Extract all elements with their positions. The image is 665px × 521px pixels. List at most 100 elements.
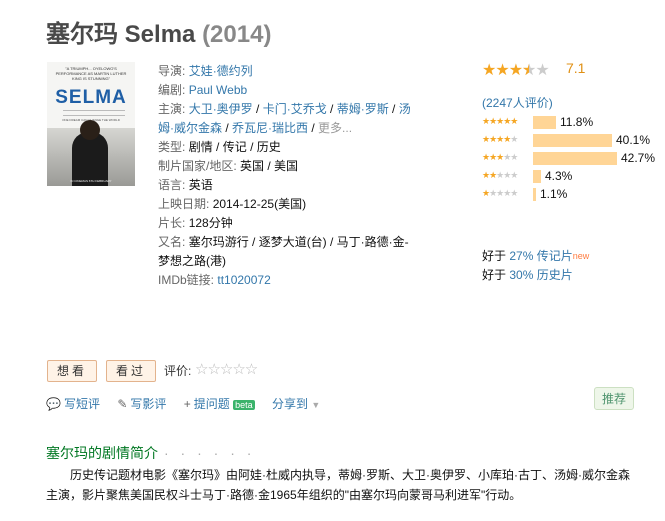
rating-bar-pct: 4.3% — [545, 169, 573, 183]
new-badge: new — [572, 251, 590, 261]
info-director: 导演: 艾娃·德约列 — [158, 62, 418, 81]
better-than-row: 好于 27% 传记片new — [482, 247, 589, 266]
release-value: 2014-12-25(美国) — [212, 197, 307, 211]
cast-link[interactable]: 卡门·艾乔戈 — [263, 102, 327, 116]
director-label: 导演: — [158, 64, 186, 78]
language-label: 语言: — [158, 178, 186, 192]
action-bar: 💬 写短评 ✎ 写影评 + 提问题 beta 分享到 ▼ — [46, 395, 334, 412]
aka-label: 又名: — [158, 235, 186, 249]
ask-question-link[interactable]: + 提问题 beta — [184, 397, 255, 411]
better-prefix: 好于 — [482, 268, 510, 282]
better-cat: 传记片 — [536, 249, 573, 263]
write-review-label: 写影评 — [130, 397, 167, 411]
genre-label: 类型: — [158, 140, 186, 154]
release-label: 上映日期: — [158, 197, 210, 211]
genre: 历史 — [256, 140, 281, 154]
comment-icon: 💬 — [46, 397, 61, 411]
synopsis-title-text: 塞尔玛的剧情简介 — [46, 445, 158, 461]
ask-question-label: 提问题 — [193, 397, 230, 411]
better-pct: 30% — [509, 268, 534, 282]
seen-button[interactable]: 看过 — [106, 360, 157, 382]
better-pct: 27% — [509, 249, 534, 263]
synopsis-title: 塞尔玛的剧情简介 · · · · · · — [46, 443, 255, 463]
aka-value: 塞尔玛游行 / 逐梦大道(台) / 马丁·路德·金-梦想之路(港) — [158, 235, 409, 268]
recommend-button[interactable]: 推荐 — [594, 387, 635, 410]
rating-votes-link[interactable]: (2247人评价) — [482, 94, 553, 111]
runtime-value: 128分钟 — [188, 216, 233, 230]
poster-figure-head — [80, 120, 100, 140]
info-writer: 编剧: Paul Webb — [158, 81, 418, 100]
poster-logo: SELMA — [55, 87, 127, 108]
imdb-label: IMDb链接: — [158, 273, 215, 287]
better-than-row: 好于 30% 历史片 — [482, 266, 589, 285]
better-link[interactable]: 30% 历史片 — [509, 268, 572, 282]
rating-bar-pct: 40.1% — [616, 133, 651, 147]
star-row-icon: ★★★★★ — [482, 134, 518, 144]
rating-score: 7.1 — [566, 60, 586, 76]
info-aka: 又名: 塞尔玛游行 / 逐梦大道(台) / 马丁·路德·金-梦想之路(港) — [158, 233, 418, 271]
star-row-icon: ★★★★★ — [482, 170, 518, 180]
rating-bar — [533, 170, 541, 183]
country-value: 英国 / 美国 — [240, 159, 299, 173]
imdb-link[interactable]: tt1020072 — [217, 273, 270, 287]
cast-link[interactable]: 蒂姆·罗斯 — [337, 102, 389, 116]
better-than: 好于 27% 传记片new 好于 30% 历史片 — [482, 247, 589, 285]
info-language: 语言: 英语 — [158, 176, 418, 195]
rating-bar-pct: 1.1% — [540, 187, 568, 201]
poster-quote: "A TRIUMPH... OYELOWO'S PERFORMANCE AS M… — [55, 66, 127, 81]
director-link[interactable]: 艾娃·德约列 — [189, 64, 253, 78]
cast-link[interactable]: 乔瓦尼·瑞比西 — [232, 121, 308, 135]
plus-icon: + — [183, 397, 191, 411]
movie-poster[interactable]: "A TRIUMPH... OYELOWO'S PERFORMANCE AS M… — [47, 62, 135, 186]
rating-bar — [533, 134, 612, 147]
star-row-icon: ★★★★★ — [482, 188, 518, 198]
poster-bottom-text: IN CINEMAS 6TH FEBRUARY — [70, 179, 112, 183]
info-imdb: IMDb链接: tt1020072 — [158, 271, 418, 290]
country-label: 制片国家/地区: — [158, 159, 237, 173]
synopsis-text: 历史传记题材电影《塞尔玛》由阿娃·杜威内执导，蒂姆·罗斯、大卫·奥伊罗、小库珀·… — [46, 468, 630, 502]
movie-year: (2014) — [202, 21, 272, 48]
cast-more-link[interactable]: 更多... — [318, 121, 352, 135]
rating-bar-pct: 11.8% — [560, 115, 594, 129]
rate-stars-input[interactable]: ☆☆☆☆☆ — [195, 360, 258, 378]
language-value: 英语 — [188, 178, 213, 192]
write-short-label: 写短评 — [63, 397, 100, 411]
writer-label: 编剧: — [158, 83, 186, 97]
write-review-link[interactable]: ✎ 写影评 — [117, 397, 166, 411]
synopsis-dots: · · · · · · — [164, 445, 256, 461]
rating-stars-icon: ★★★★★★ — [482, 62, 550, 79]
star-row-icon: ★★★★★ — [482, 152, 518, 162]
share-dropdown[interactable]: 分享到 ▼ — [272, 397, 320, 411]
genre: 剧情 — [188, 140, 213, 154]
want-to-see-button[interactable]: 想看 — [47, 360, 98, 382]
page-title: 塞尔玛 Selma (2014) — [46, 14, 271, 49]
rating-bar — [533, 188, 536, 201]
chevron-down-icon: ▼ — [311, 400, 321, 410]
movie-name: 塞尔玛 Selma — [46, 21, 196, 48]
write-short-review-link[interactable]: 💬 写短评 — [46, 397, 100, 411]
pencil-icon: ✎ — [117, 397, 128, 411]
info-country: 制片国家/地区: 英国 / 美国 — [158, 157, 418, 176]
better-cat: 历史片 — [536, 268, 573, 282]
cast-label: 主演: — [158, 102, 186, 116]
rate-label: 评价: — [164, 364, 192, 378]
writer-link[interactable]: Paul Webb — [189, 83, 247, 97]
runtime-label: 片长: — [158, 216, 186, 230]
info-release: 上映日期: 2014-12-25(美国) — [158, 195, 418, 214]
info-cast: 主演: 大卫·奥伊罗 / 卡门·艾乔戈 / 蒂姆·罗斯 / 汤姆·威尔金森 / … — [158, 102, 411, 135]
share-label: 分享到 — [271, 397, 308, 411]
poster-figure — [72, 132, 108, 186]
info-genre: 类型: 剧情 / 传记 / 历史 — [158, 140, 281, 154]
rating-bar-pct: 42.7% — [621, 151, 656, 165]
star-row-icon: ★★★★★ — [482, 116, 518, 126]
rating-bar — [533, 152, 617, 165]
cast-link[interactable]: 大卫·奥伊罗 — [189, 102, 253, 116]
movie-info: 导演: 艾娃·德约列 编剧: Paul Webb 主演: 大卫·奥伊罗 / 卡门… — [158, 62, 418, 290]
genre: 传记 — [222, 140, 247, 154]
rating-bar — [533, 116, 556, 129]
better-prefix: 好于 — [482, 249, 510, 263]
better-link[interactable]: 27% 传记片 — [509, 249, 572, 263]
beta-badge: beta — [233, 400, 255, 410]
info-runtime: 片长: 128分钟 — [158, 214, 418, 233]
poster-credits — [63, 110, 125, 116]
